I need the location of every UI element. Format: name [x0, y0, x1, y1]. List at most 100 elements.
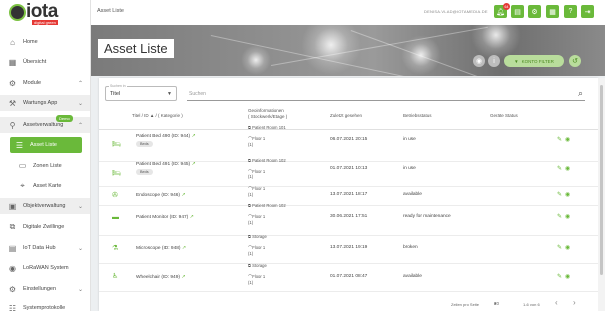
gear-icon: ⚙ — [531, 8, 538, 16]
table-row[interactable]: ▬ Patient Monitor (ID: 947) ↗ ⧉ Patient … — [99, 203, 598, 236]
brand-logo[interactable]: iota digital green — [9, 1, 69, 25]
settings-button[interactable]: ⚙ — [528, 5, 541, 18]
user-email: DENISA.VLAD@IOTAMEDIA.DE — [424, 9, 488, 14]
open-link-icon: ↗ — [181, 274, 186, 280]
sidebar-item-lorawan[interactable]: ◉ LoRaWAN System — [0, 260, 90, 276]
log-icon: ☷ — [8, 303, 17, 311]
open-link-icon: ↗ — [191, 161, 196, 167]
prev-page-button[interactable]: ‹ — [555, 298, 558, 307]
sidebar-item-label: Home — [23, 39, 38, 45]
sidebar-item-asset-management[interactable]: ⚲ Assetverwaltung Demo ⌃ — [0, 115, 90, 133]
sidebar-item-object-management[interactable]: ▣ Objektverwaltung ⌄ — [0, 198, 90, 214]
dashboard-icon: ▦ — [8, 57, 17, 67]
info-button[interactable]: i — [488, 55, 500, 67]
sidebar-item-label: Objektverwaltung — [23, 203, 66, 209]
eye-icon[interactable]: ◉ — [565, 166, 573, 172]
decor-blob — [241, 45, 271, 75]
asset-name[interactable]: Patient Bed 491 (ID: 945) ↗ — [136, 161, 196, 167]
eye-icon[interactable]: ◉ — [565, 137, 573, 143]
table-row[interactable]: ♿︎ Wheelchair (ID: 949) ↗ ⧉ Storage ⌒Flo… — [99, 263, 598, 292]
top-bar: Asset Liste DENISA.VLAD@IOTAMEDIA.DE 🔔︎ … — [91, 0, 605, 25]
select-value: Titel — [110, 91, 121, 97]
sidebar-item-label: LoRaWAN System — [23, 265, 69, 271]
account-filter-button[interactable]: ▼ KONTO FILTER — [504, 55, 564, 67]
hero-banner: Asset Liste — [91, 25, 605, 76]
last-seen: 13.07.2021 19:19 — [330, 245, 368, 250]
eye-icon[interactable]: ◉ — [565, 192, 573, 198]
column-header-title[interactable]: Titel / ID ▲ / ( Kategorie ) — [132, 113, 183, 119]
table-row[interactable]: 🛏︎ Patient Bed 490 (ID: 944) ↗ Beds ⧉ Pa… — [99, 125, 598, 162]
page-range: 1-6 von 6 — [523, 302, 540, 307]
eye-icon: ◉ — [475, 58, 483, 65]
sidebar-item-modules[interactable]: ⚙ Module ⌃ — [0, 75, 90, 91]
chevron-down-icon: ⌄ — [77, 100, 83, 107]
sidebar-item-settings[interactable]: ⚙ Einstellungen ⌄ — [0, 281, 90, 297]
asset-name[interactable]: Patient Bed 490 (ID: 944) ↗ — [136, 133, 196, 139]
help-button[interactable]: ? — [564, 5, 577, 18]
asset-name[interactable]: Wheelchair (ID: 949) ↗ — [136, 274, 186, 280]
logout-button[interactable]: ⇥ — [581, 5, 594, 18]
rows-per-page-label: Zeilen pro Seite — [451, 302, 480, 307]
edit-icon[interactable]: ✎ — [557, 274, 565, 280]
view-toggle-button[interactable]: ◉ — [473, 55, 485, 67]
edit-icon[interactable]: ✎ — [557, 166, 565, 172]
filter-icon: ▼ — [514, 58, 519, 64]
eye-icon[interactable]: ◉ — [565, 245, 573, 251]
logo-mark — [9, 4, 26, 21]
modules-icon: ⚙ — [8, 78, 17, 88]
table-row[interactable]: 🛏︎ Patient Bed 491 (ID: 945) ↗ Beds ⧉ Pa… — [99, 158, 598, 187]
grid-button[interactable]: ▦ — [546, 5, 559, 18]
wrench-icon: ⚒ — [8, 98, 17, 108]
operating-status: in use — [403, 166, 416, 171]
reset-button[interactable]: ↺ — [569, 55, 581, 67]
edit-icon[interactable]: ✎ — [557, 245, 565, 251]
next-page-button[interactable]: › — [573, 298, 576, 307]
bed-icon: 🛏︎ — [112, 141, 121, 148]
sidebar-item-label: Asset Liste — [30, 142, 57, 148]
edit-icon[interactable]: ✎ — [557, 192, 565, 198]
sidebar-item-digital-twins[interactable]: ⧉ Digitale Zwillinge — [0, 219, 90, 235]
sidebar-item-asset-list[interactable]: ☰ Asset Liste — [10, 137, 82, 153]
edit-icon[interactable]: ✎ — [557, 214, 565, 220]
sidebar-item-label: IoT Data Hub — [23, 245, 56, 251]
sidebar-item-zone-list[interactable]: ▭ Zonen Liste — [0, 158, 90, 173]
sidebar-item-home[interactable]: ⌂ Home — [0, 34, 90, 50]
digital-twin-icon: ⧉ — [9, 222, 16, 231]
table-row[interactable]: ⚗ Microscope (ID: 948) ↗ ⧉ Storage ⌒Floo… — [99, 234, 598, 264]
last-seen: 06.07.2021 20:15 — [330, 137, 368, 142]
pagination: Zeilen pro Seite 20 ▾ 1-6 von 6 ‹ › — [451, 298, 576, 307]
sidebar-item-asset-map[interactable]: ⌖ Asset Karte — [0, 178, 90, 193]
info-icon: i — [493, 57, 495, 65]
object-icon: ▣ — [8, 201, 17, 211]
search-input[interactable]: Suchen ⌕ — [187, 87, 585, 101]
sidebar-item-label: Digitale Zwillinge — [23, 224, 65, 230]
microscope-icon: ⚗ — [112, 245, 119, 252]
document-icon: ▤ — [514, 8, 521, 16]
row-actions: ✎◉ — [557, 213, 573, 220]
notifications-button[interactable]: 🔔︎ 64 — [494, 3, 510, 18]
chevron-down-icon: ⌄ — [77, 203, 83, 210]
asset-name[interactable]: Patient Monitor (ID: 947) ↗ — [136, 214, 194, 220]
asset-name[interactable]: Microscope (ID: 948) ↗ — [136, 245, 186, 251]
sidebar-item-maintenance-app[interactable]: ⚒ Wartungs App ⌄ — [0, 95, 90, 111]
export-button[interactable]: ▤ — [511, 5, 524, 18]
operating-status: available — [403, 274, 422, 279]
sidebar-item-overview[interactable]: ▦ Übersicht — [0, 54, 90, 70]
scrollbar-thumb[interactable] — [600, 85, 603, 275]
table-row[interactable]: ✇ Endoscope (ID: 946) ↗ ⌒Floor 1 (1) 13.… — [99, 186, 598, 206]
row-actions: ✎◉ — [557, 244, 573, 251]
row-actions: ✎◉ — [557, 273, 573, 280]
sidebar-item-system-logs[interactable]: ☷ Systemprotokolle — [0, 300, 90, 311]
eye-icon[interactable]: ◉ — [565, 274, 573, 280]
row-actions: ✎◉ — [557, 191, 573, 198]
edit-icon[interactable]: ✎ — [557, 137, 565, 143]
eye-icon[interactable]: ◉ — [565, 214, 573, 220]
search-field-select[interactable]: Suchen in Titel ▼ — [105, 84, 177, 101]
sidebar-item-label: Zonen Liste — [33, 162, 62, 169]
search-icon[interactable]: ⌕ — [578, 88, 583, 99]
chevron-up-icon: ⌃ — [77, 80, 83, 87]
sidebar-item-iot-data-hub[interactable]: ▤ IoT Data Hub ⌄ — [0, 240, 90, 256]
caret-down-icon: ▾ — [494, 301, 497, 306]
asset-name[interactable]: Endoscope (ID: 946) ↗ — [136, 192, 186, 198]
refresh-icon: ↺ — [572, 58, 578, 65]
